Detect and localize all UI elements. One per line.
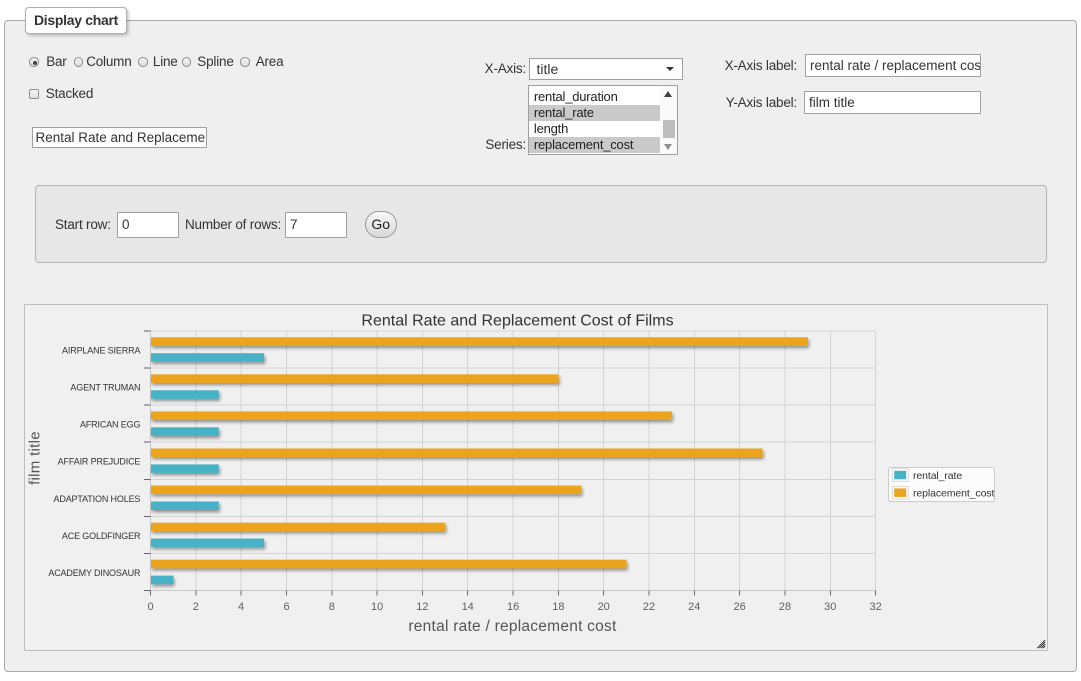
svg-text:film title: film title (27, 431, 44, 485)
svg-text:4: 4 (238, 601, 244, 613)
svg-text:12: 12 (416, 601, 428, 613)
svg-text:26: 26 (733, 601, 745, 613)
svg-text:rental rate / replacement cost: rental rate / replacement cost (408, 618, 617, 635)
svg-text:28: 28 (779, 601, 791, 613)
svg-text:ACADEMY DINOSAUR: ACADEMY DINOSAUR (48, 568, 141, 578)
svg-text:18: 18 (552, 601, 564, 613)
svg-text:16: 16 (507, 601, 519, 613)
svg-text:10: 10 (371, 601, 383, 613)
svg-text:replacement_cost: replacement_cost (913, 488, 994, 500)
svg-text:AIRPLANE SIERRA: AIRPLANE SIERRA (62, 346, 140, 356)
svg-text:2: 2 (193, 601, 199, 613)
svg-text:30: 30 (824, 601, 836, 613)
svg-text:14: 14 (462, 601, 474, 613)
svg-text:rental_rate: rental_rate (913, 470, 962, 482)
svg-text:ACE GOLDFINGER: ACE GOLDFINGER (62, 531, 141, 541)
svg-text:AFRICAN EGG: AFRICAN EGG (80, 420, 141, 430)
svg-text:Rental Rate and Replacement Co: Rental Rate and Replacement Cost of Film… (361, 313, 673, 330)
svg-text:8: 8 (329, 601, 335, 613)
svg-text:AGENT TRUMAN: AGENT TRUMAN (70, 383, 140, 393)
svg-text:6: 6 (283, 601, 289, 613)
svg-text:32: 32 (869, 601, 881, 613)
svg-text:22: 22 (643, 601, 655, 613)
svg-text:AFFAIR PREJUDICE: AFFAIR PREJUDICE (58, 457, 141, 467)
svg-text:ADAPTATION HOLES: ADAPTATION HOLES (54, 494, 141, 504)
svg-text:24: 24 (688, 601, 700, 613)
svg-text:0: 0 (147, 601, 153, 613)
svg-text:20: 20 (598, 601, 610, 613)
